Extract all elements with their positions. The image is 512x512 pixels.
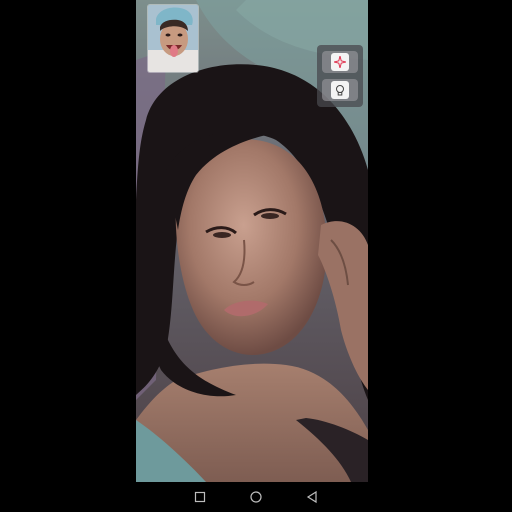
circle-home-icon[interactable] — [249, 490, 263, 504]
self-view-preview[interactable] — [148, 5, 198, 72]
call-effects-panel — [317, 45, 363, 107]
light-toggle-button[interactable] — [322, 79, 358, 101]
system-navigation-bar — [136, 482, 368, 512]
lightbulb-icon — [331, 81, 349, 99]
sparkle-effects-icon — [331, 53, 349, 71]
square-recents-icon[interactable] — [193, 490, 207, 504]
effects-button[interactable] — [322, 51, 358, 73]
video-call-screen — [136, 0, 368, 482]
triangle-back-icon[interactable] — [305, 490, 319, 504]
self-camera-preview-icon — [148, 5, 198, 72]
